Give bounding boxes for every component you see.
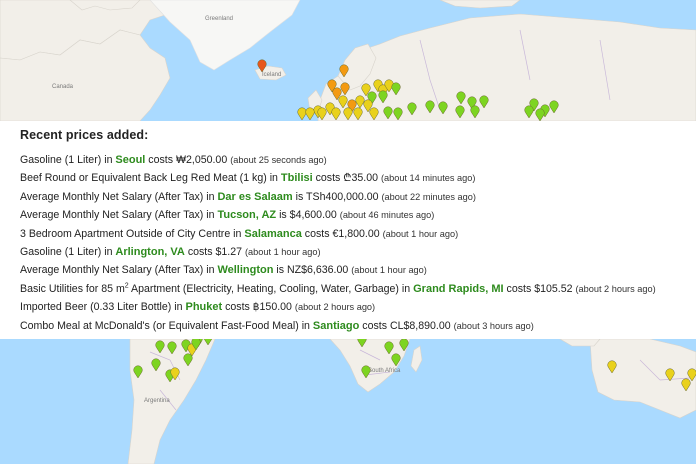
recent-prices-panel: Recent prices added: Gasoline (1 Liter) … [0,121,696,339]
price-item: Basic Utilities for 85 m2 Apartment (Ele… [20,282,399,295]
time-ago: (about 46 minutes ago) [339,210,435,221]
arctic-islands [69,0,141,11]
map-label-iceland: Iceland [262,72,281,78]
price-value: ₾35.00 [343,172,378,185]
price-item: Average Monthly Net Salary (After Tax) [20,190,204,203]
price-item: Gasoline (1 Liter) [20,245,102,258]
map-label-south-africa: South Africa [368,368,401,374]
time-ago: (about 1 hour ago) [382,228,459,239]
time-ago: (about 1 hour ago) [351,265,427,276]
time-ago: (about 14 minutes ago) [380,173,476,184]
price-item: Gasoline (1 Liter) [20,154,102,166]
price-row: Imported Beer (0.33 Liter Bottle) in Phu… [20,301,376,314]
city-link[interactable]: Seoul [115,154,145,166]
map-label-argentina: Argentina [144,398,170,404]
price-item: 3 Bedroom Apartment Outside of City Cent… [20,227,231,240]
price-value: TSh400,000.00 [306,190,379,203]
price-value: ฿150.00 [252,301,292,314]
price-row: Beef Round or Equivalent Back Leg Red Me… [20,172,476,185]
city-link[interactable]: Tucson, AZ [217,209,276,221]
price-value: ₩2,050.00 [175,154,228,166]
city-link[interactable]: Grand Rapids, MI [413,283,503,295]
price-row: Average Monthly Net Salary (After Tax) i… [20,264,427,277]
price-value: €1,800.00 [332,227,380,240]
city-link[interactable]: Tbilisi [281,172,313,184]
price-row: 3 Bedroom Apartment Outside of City Cent… [20,227,459,240]
time-ago: (about 2 hours ago) [575,283,656,294]
price-item: Average Monthly Net Salary (After Tax) [20,264,204,277]
price-item: Beef Round or Equivalent Back Leg Red Me… [20,172,267,185]
time-ago: (about 2 hours ago) [294,302,376,313]
price-value: NZ$6,636.00 [287,264,349,277]
price-item: Imported Beer (0.33 Liter Bottle) [20,301,172,314]
price-value: CL$8,890.00 [389,319,451,332]
city-link[interactable]: Wellington [217,264,273,276]
map-label-greenland: Greenland [205,16,233,22]
price-row: Average Monthly Net Salary (After Tax) i… [20,190,476,203]
price-item: Combo Meal at McDonald's (or Equivalent … [20,319,299,332]
price-value: $4,600.00 [289,209,337,222]
price-row: Gasoline (1 Liter) in Seoul costs ₩2,050… [20,154,327,166]
panel-title: Recent prices added: [20,128,149,142]
time-ago: (about 1 hour ago) [244,246,321,257]
price-row: Gasoline (1 Liter) in Arlington, VA cost… [20,245,321,258]
price-value: $105.52 [534,282,573,295]
price-row: Basic Utilities for 85 m2 Apartment (Ele… [20,282,656,295]
time-ago: (about 22 minutes ago) [381,191,476,202]
city-link[interactable]: Santiago [313,320,359,332]
city-link[interactable]: Dar es Salaam [217,191,292,203]
price-item: Average Monthly Net Salary (After Tax) [20,209,204,222]
map-label-canada: Canada [52,84,74,90]
price-row: Combo Meal at McDonald's (or Equivalent … [20,319,534,332]
city-link[interactable]: Salamanca [244,228,301,240]
city-link[interactable]: Phuket [185,301,222,313]
city-link[interactable]: Arlington, VA [115,246,184,258]
price-row: Average Monthly Net Salary (After Tax) i… [20,209,435,222]
price-value: $1.27 [215,245,243,258]
price-list: Gasoline (1 Liter) in Seoul costs ₩2,050… [20,151,676,335]
time-ago: (about 3 hours ago) [453,320,534,331]
time-ago: (about 25 seconds ago) [230,155,327,165]
